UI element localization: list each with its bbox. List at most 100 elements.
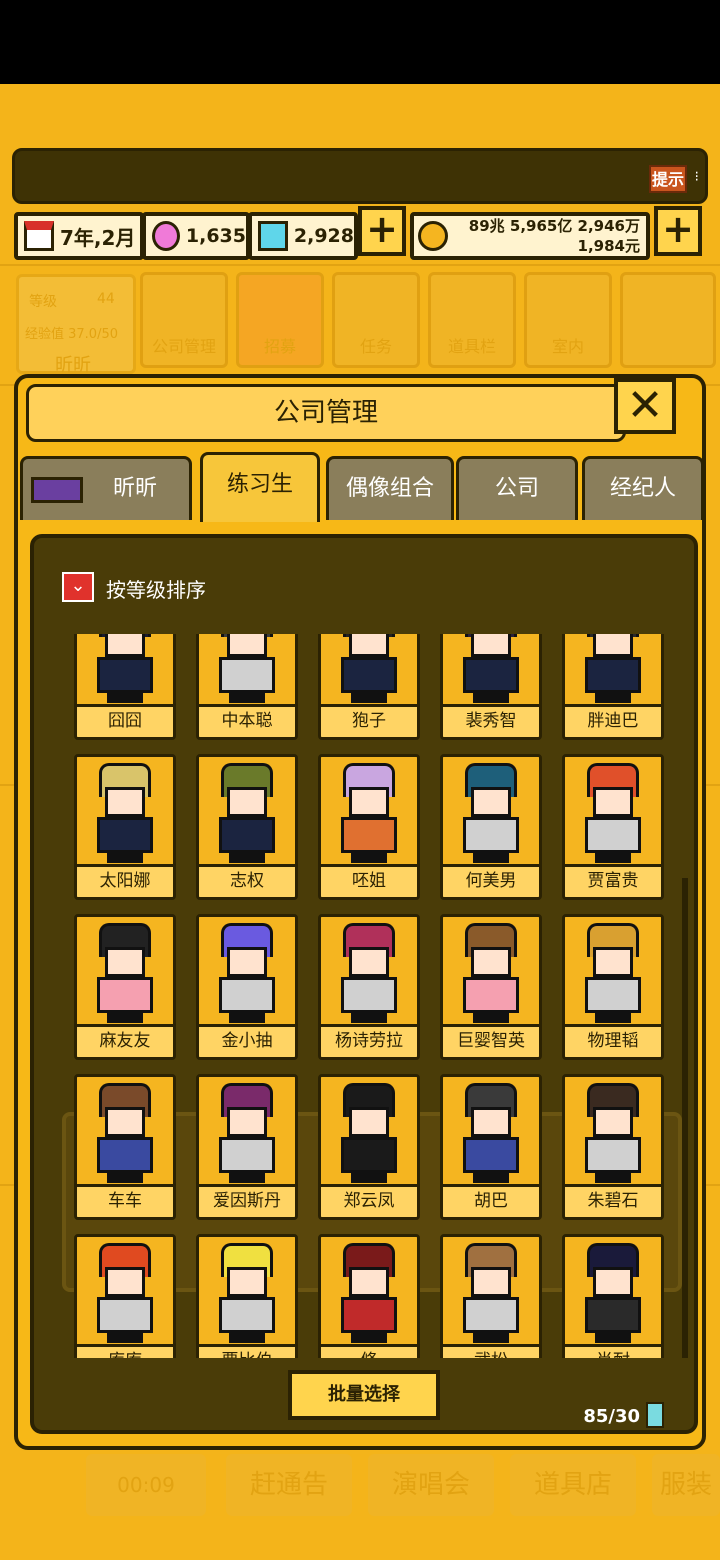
tab-company[interactable]: 公司 [456, 456, 578, 520]
trainee-card[interactable]: 郑云凤 [318, 1074, 420, 1220]
menu-label: 室内 [551, 337, 584, 356]
trainee-face [471, 1107, 511, 1137]
trainee-portrait [321, 634, 417, 709]
trainee-name: 肖耐 [565, 1344, 661, 1358]
trainee-legs [351, 1013, 387, 1023]
trainee-card[interactable]: 贾比伯 [196, 1234, 298, 1358]
trainee-legs [595, 1173, 631, 1183]
trainee-card[interactable]: 狍子 [318, 634, 420, 740]
trainee-outfit [463, 1297, 519, 1333]
sort-label[interactable]: 按等级排序 [106, 574, 206, 603]
trainee-portrait [199, 757, 295, 869]
trainee-portrait [443, 917, 539, 1029]
trainee-card[interactable]: 巨婴智英 [440, 914, 542, 1060]
trainee-portrait [565, 917, 661, 1029]
trainee-card[interactable]: 脩 [318, 1234, 420, 1358]
trainee-legs [107, 693, 143, 703]
trainee-portrait [77, 757, 173, 869]
trainee-card[interactable]: 呸姐 [318, 754, 420, 900]
trainee-face [593, 1107, 633, 1137]
bottom-clothes-button: 服装 [652, 1454, 720, 1516]
trainee-outfit [219, 657, 275, 693]
tab-player[interactable]: 昕昕 [20, 456, 192, 520]
trainee-portrait [321, 917, 417, 1029]
trainee-card[interactable]: 胖迪巴 [562, 634, 664, 740]
trainee-card[interactable]: 中本聪 [196, 634, 298, 740]
trainee-card[interactable]: 金小抽 [196, 914, 298, 1060]
close-button[interactable]: ✕ [614, 378, 676, 434]
trainee-name: 金小抽 [199, 1024, 295, 1057]
pink-gem-icon [152, 221, 180, 251]
menu-more [620, 272, 716, 368]
trainee-card[interactable]: 裴秀智 [440, 634, 542, 740]
trainee-portrait [321, 1237, 417, 1349]
trainee-name: 贾富贵 [565, 864, 661, 897]
trainee-panel: ⌄ 按等级排序 囧囧 中本聪 狍子 裴秀智 胖迪巴太阳娜 志权 呸姐 何美男 贾富贵麻友友 金小抽… [30, 534, 698, 1434]
tab-idol-groups[interactable]: 偶像组合 [326, 456, 454, 520]
trainee-legs [595, 1013, 631, 1023]
trainee-name: 车车 [77, 1184, 173, 1217]
trainee-face [593, 634, 633, 657]
hint-button[interactable]: 提示 [649, 165, 687, 193]
batch-select-button[interactable]: 批量选择 [288, 1370, 440, 1420]
tab-managers[interactable]: 经纪人 [582, 456, 704, 520]
trainee-card[interactable]: 何美男 [440, 754, 542, 900]
trainee-outfit [341, 1137, 397, 1173]
date-text: 7年,2月 [60, 225, 136, 250]
level-value: 44 [97, 291, 115, 307]
trainee-legs [229, 1013, 265, 1023]
trainee-card[interactable]: 车车 [74, 1074, 176, 1220]
trainee-outfit [97, 977, 153, 1013]
trainee-portrait [77, 634, 173, 709]
trainee-legs [351, 1173, 387, 1183]
trainee-name: 志权 [199, 864, 295, 897]
trainee-face [349, 787, 389, 817]
add-money-button[interactable]: + [654, 206, 702, 256]
scrollbar[interactable] [682, 878, 688, 1358]
trainee-portrait [77, 1237, 173, 1349]
trainee-card[interactable]: 麻友友 [74, 914, 176, 1060]
trainee-name: 胡巴 [443, 1184, 539, 1217]
trainee-name: 呸姐 [321, 864, 417, 897]
trainee-card[interactable]: 武松 [440, 1234, 542, 1358]
top-message-bar: 提示 ⁝ [12, 148, 708, 204]
trainee-portrait [199, 1077, 295, 1189]
trainee-portrait [565, 1077, 661, 1189]
add-gems-button[interactable]: + [358, 206, 406, 256]
sort-toggle-icon[interactable]: ⌄ [62, 572, 94, 602]
trainee-name: 中本聪 [199, 704, 295, 737]
menu-company-management: 公司管理 [140, 272, 228, 368]
trainee-card[interactable]: 库库 [74, 1234, 176, 1358]
trainee-portrait [443, 757, 539, 869]
blue-gem-count: 2,928 [293, 225, 354, 247]
trainee-name: 爱因斯丹 [199, 1184, 295, 1217]
trainee-outfit [219, 1137, 275, 1173]
trainee-face [227, 947, 267, 977]
trainee-card[interactable]: 志权 [196, 754, 298, 900]
trainee-portrait [565, 1237, 661, 1349]
trainee-name: 狍子 [321, 704, 417, 737]
trainee-card[interactable]: 物理韬 [562, 914, 664, 1060]
trainee-card[interactable]: 爱因斯丹 [196, 1074, 298, 1220]
trainee-legs [473, 1173, 509, 1183]
tab-trainees[interactable]: 练习生 [200, 452, 320, 522]
trainee-card[interactable]: 胡巴 [440, 1074, 542, 1220]
trainee-card[interactable]: 贾富贵 [562, 754, 664, 900]
trainee-card[interactable]: 囧囧 [74, 634, 176, 740]
trainee-outfit [463, 657, 519, 693]
trainee-card[interactable]: 太阳娜 [74, 754, 176, 900]
trainee-face [471, 947, 511, 977]
trainee-legs [229, 1333, 265, 1343]
trainee-face [227, 1107, 267, 1137]
trainee-legs [229, 853, 265, 863]
trainee-grid: 囧囧 中本聪 狍子 裴秀智 胖迪巴太阳娜 志权 呸姐 何美男 贾富贵麻友友 金小抽 杨诗劳拉 巨婴智英… [74, 634, 674, 1358]
bottom-concert-button: 演唱会 [368, 1454, 494, 1516]
exp-label: 经验值 37.0/50 [25, 327, 118, 342]
trainee-count-icon [646, 1402, 664, 1428]
trainee-card[interactable]: 肖耐 [562, 1234, 664, 1358]
trainee-card[interactable]: 杨诗劳拉 [318, 914, 420, 1060]
trainee-name: 郑云凤 [321, 1184, 417, 1217]
bottom-timer: 00:09 [86, 1454, 206, 1516]
trainee-outfit [585, 817, 641, 853]
trainee-card[interactable]: 朱碧石 [562, 1074, 664, 1220]
